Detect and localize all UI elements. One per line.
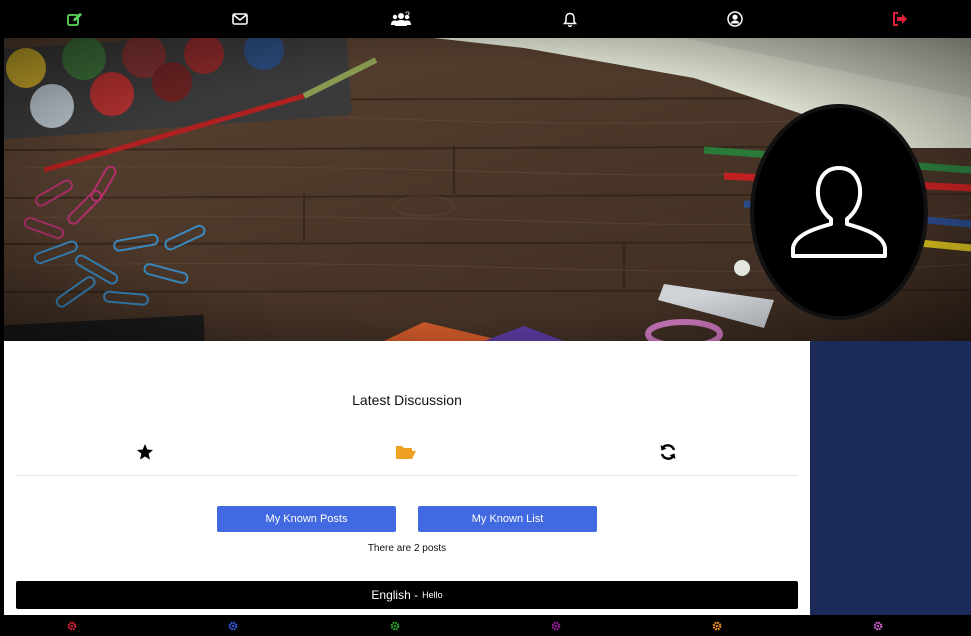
compose-icon[interactable] [55,0,95,38]
right-sidebar [810,341,971,615]
my-known-list-button[interactable]: My Known List [418,506,597,532]
logout-icon[interactable] [880,0,920,38]
friends-badge: 2 [405,10,411,20]
mail-icon[interactable] [220,0,260,38]
profile-avatar[interactable] [750,104,928,320]
main-content: Latest Discussion My Known Posts My Know… [4,341,810,615]
gear-icon[interactable] [227,620,239,632]
post-count-text: There are 2 posts [367,543,447,554]
friends-icon[interactable]: 2 [381,0,421,38]
gear-icon[interactable] [66,620,78,632]
section-title: Latest Discussion [352,392,462,408]
gear-icon[interactable] [389,620,401,632]
divider [16,475,798,476]
gear-icon[interactable] [872,620,884,632]
user-silhouette-icon [791,166,887,258]
gear-icon[interactable] [711,620,723,632]
top-navigation: 2 [0,0,971,38]
refresh-icon[interactable] [656,441,680,463]
gear-icon[interactable] [550,620,562,632]
star-icon[interactable] [133,441,157,463]
discussion-filter-row [4,441,810,463]
language-selector[interactable]: English - Hello [16,581,798,609]
language-label: English - [371,588,419,602]
profile-icon[interactable] [715,0,755,38]
my-known-posts-button[interactable]: My Known Posts [217,506,396,532]
language-hello: Hello [422,590,443,600]
bottom-bar [0,615,971,636]
folder-open-icon[interactable] [394,441,418,463]
bell-icon[interactable] [550,0,590,38]
